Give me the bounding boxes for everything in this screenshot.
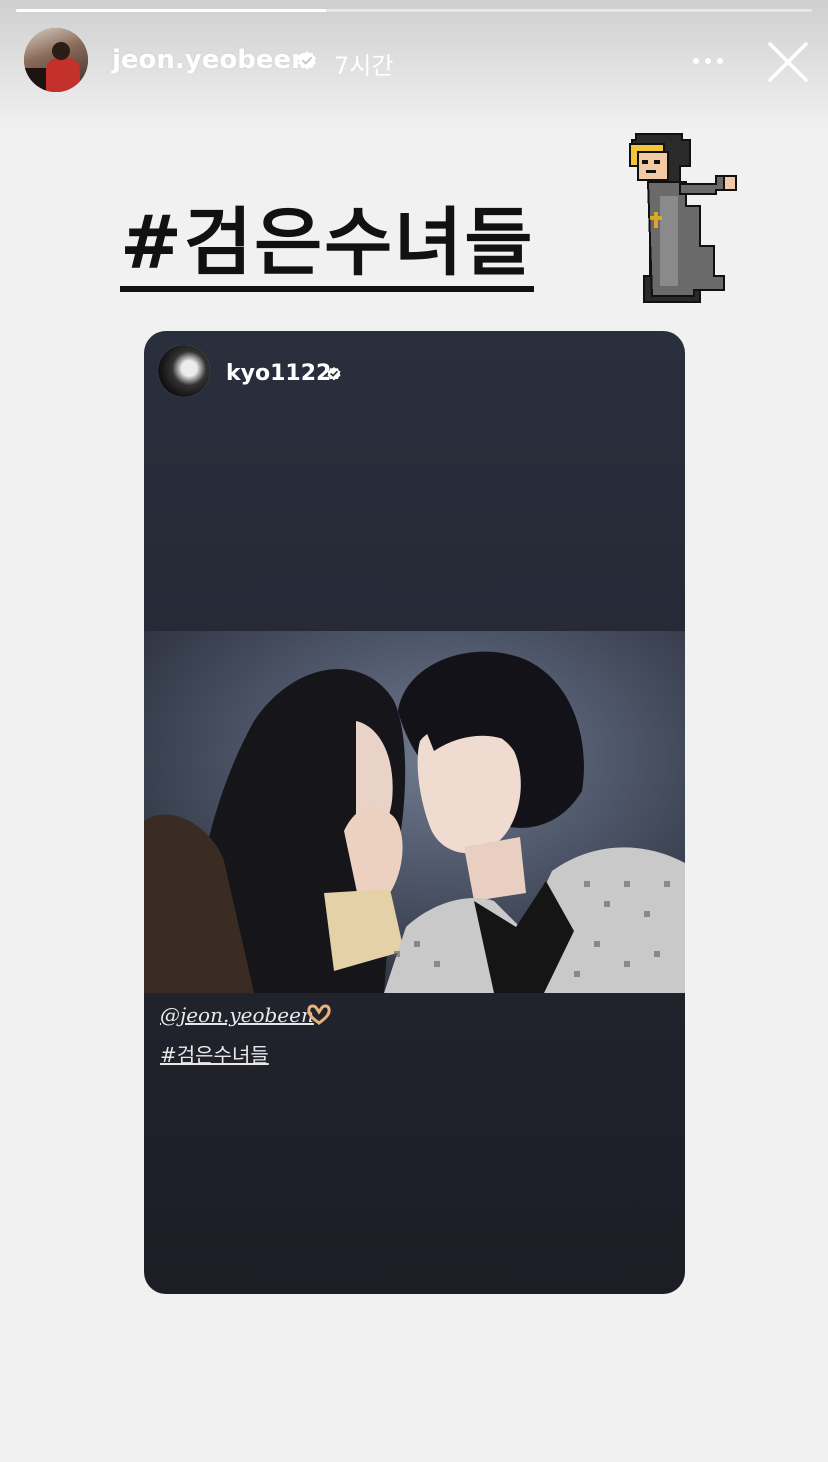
hashtag-sticker[interactable]: #검은수녀들 xyxy=(120,206,535,292)
post-photo xyxy=(144,631,685,993)
caption-mention[interactable]: @jeon.yeobeen xyxy=(160,1003,314,1027)
post-avatar[interactable] xyxy=(158,345,210,397)
story-header: jeon.yeobeen 7시간 xyxy=(24,28,814,94)
post-time: 7시간 xyxy=(334,52,394,80)
story-progress-bar xyxy=(16,9,812,12)
verified-badge-icon xyxy=(298,51,316,70)
shared-post-card[interactable]: kyo1122 @jeon.yeobeen #검은수녀들 xyxy=(144,331,685,1294)
pixel-nun-sticker xyxy=(629,133,737,303)
heart-hands-icon xyxy=(307,1004,331,1025)
avatar[interactable] xyxy=(24,28,88,92)
username-label[interactable]: jeon.yeobeen xyxy=(112,45,310,75)
caption-hashtag[interactable]: #검은수녀들 xyxy=(160,1039,269,1068)
verified-badge-icon xyxy=(327,367,341,381)
story-progress-fill xyxy=(16,9,327,12)
close-icon[interactable] xyxy=(766,40,810,84)
post-username[interactable]: kyo1122 xyxy=(226,361,331,386)
more-dots-icon[interactable] xyxy=(688,48,728,74)
